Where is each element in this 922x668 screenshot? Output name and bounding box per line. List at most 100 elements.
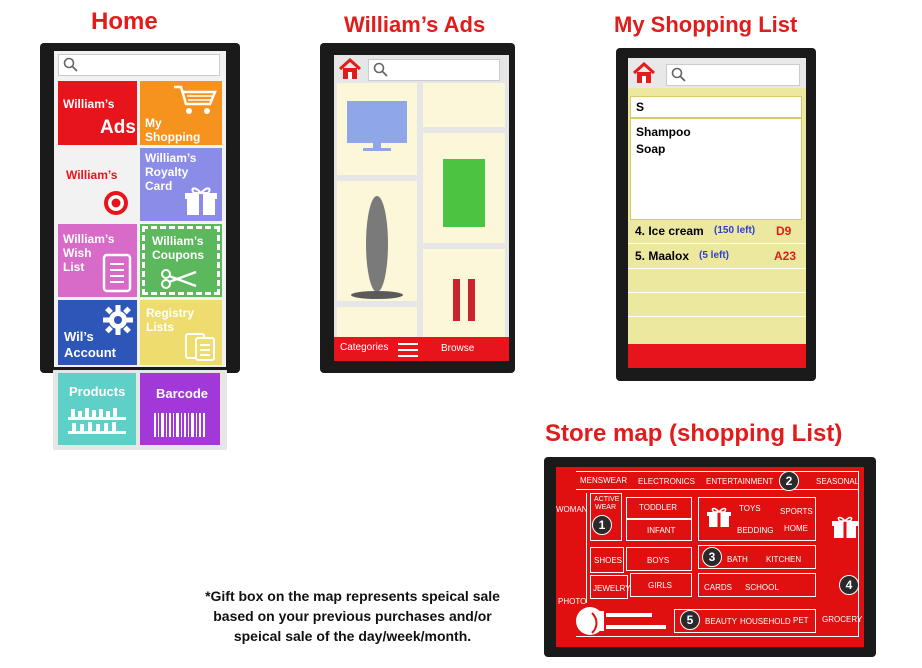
royalty-card-tile[interactable]: William’s Royalty Card bbox=[140, 148, 222, 221]
map-toddler: TODDLER bbox=[626, 497, 692, 519]
menu-icon[interactable] bbox=[398, 343, 418, 357]
map-jewelry: JEWELRY bbox=[590, 575, 631, 599]
ad-vase[interactable] bbox=[337, 181, 417, 301]
search-input[interactable] bbox=[666, 64, 800, 86]
registry-tile[interactable]: Registry Lists bbox=[140, 300, 222, 365]
footnote: *Gift box on the map represents speical … bbox=[160, 586, 545, 646]
barcode-tile[interactable]: Barcode bbox=[140, 373, 220, 445]
map-grocery: GROCERY bbox=[822, 615, 863, 624]
monitor-icon bbox=[347, 101, 407, 151]
documents-icon bbox=[185, 333, 215, 361]
map-infant: INFANT bbox=[626, 519, 692, 541]
home-icon[interactable] bbox=[338, 58, 362, 80]
tile-label: Wil’s bbox=[64, 329, 94, 344]
shopping-list-tile[interactable]: My Shopping List bbox=[140, 81, 222, 158]
red-bar-left bbox=[453, 279, 460, 321]
account-tile[interactable]: Wil’s Account bbox=[58, 300, 137, 365]
search-icon bbox=[63, 57, 78, 72]
categories-button[interactable]: Categories bbox=[340, 342, 388, 353]
item-name: 5. Maalox bbox=[635, 249, 690, 263]
item-aisle: A23 bbox=[774, 249, 797, 263]
tile-label: William’s bbox=[152, 234, 204, 248]
shelves-icon bbox=[68, 408, 126, 434]
map-label: TOYS bbox=[739, 504, 761, 513]
map-electronics: ELECTRONICS bbox=[638, 477, 695, 486]
search-input[interactable] bbox=[368, 59, 500, 81]
tile-label: William’s bbox=[66, 168, 118, 182]
map-label: KITCHEN bbox=[766, 555, 802, 564]
ad-green-box[interactable] bbox=[423, 133, 505, 243]
tile-label: Ads bbox=[100, 117, 136, 138]
browse-button[interactable]: Browse bbox=[441, 343, 474, 354]
item-stock: (5 left) bbox=[699, 250, 729, 261]
home-title: Home bbox=[91, 8, 158, 35]
map-boys: BOYS bbox=[626, 547, 692, 571]
map-title: Store map (shopping List) bbox=[545, 420, 843, 447]
tile-label: Barcode bbox=[156, 386, 209, 401]
vase-icon bbox=[351, 196, 403, 299]
map-toys-home: TOYS SPORTS BEDDING HOME bbox=[698, 497, 816, 541]
search-input[interactable] bbox=[58, 54, 220, 76]
list-row[interactable]: 5. Maalox (5 left) A23 bbox=[628, 245, 806, 267]
list-search-field[interactable]: S bbox=[630, 96, 802, 118]
tile-label: Royalty bbox=[145, 165, 189, 179]
map-label: BEDDING bbox=[737, 526, 774, 535]
suggestion-item[interactable]: Shampoo bbox=[636, 125, 691, 139]
store-map: MENSWEAR ELECTRONICS ENTERTAINMENT SEASO… bbox=[556, 467, 864, 647]
map-cards-school: CARDS SCHOOL bbox=[698, 573, 816, 597]
map-seasonal: SEASONAL bbox=[816, 477, 860, 486]
map-label: BEAUTY bbox=[705, 617, 738, 626]
coupons-tile[interactable]: William’s Coupons bbox=[140, 224, 222, 297]
tile-label: Products bbox=[69, 384, 126, 399]
list-icon bbox=[102, 253, 132, 293]
ad-bottom-left[interactable] bbox=[337, 307, 417, 337]
ad-empty-top[interactable] bbox=[423, 83, 505, 127]
ad-monitor[interactable] bbox=[337, 83, 417, 175]
tile-label: William’s bbox=[63, 232, 115, 246]
william-ads-tile[interactable]: William’s Ads bbox=[58, 81, 137, 145]
divider bbox=[628, 292, 806, 293]
map-label: ACTIVE bbox=[594, 496, 620, 503]
map-label: HOME bbox=[784, 524, 808, 533]
item-name: 4. Ice cream bbox=[635, 224, 704, 238]
home-icon[interactable] bbox=[632, 62, 656, 84]
map-label: SHOES bbox=[594, 556, 623, 565]
william-target-tile[interactable]: William’s bbox=[58, 148, 137, 221]
list-bottom-bar bbox=[628, 344, 806, 368]
tile-label: William’s bbox=[145, 151, 197, 165]
map-top-line bbox=[576, 489, 858, 490]
map-marker-3: 3 bbox=[702, 547, 722, 567]
products-tile[interactable]: Products bbox=[58, 373, 136, 445]
ad-bars[interactable] bbox=[423, 249, 505, 337]
map-left-wall bbox=[586, 493, 587, 603]
tile-label: My bbox=[145, 116, 162, 130]
tile-label: Lists bbox=[146, 320, 175, 334]
map-woman: WOMAN bbox=[556, 505, 588, 514]
map-menswear: MENSWEAR bbox=[580, 476, 628, 485]
gear-icon bbox=[103, 305, 133, 335]
ads-phone: Categories Browse bbox=[320, 43, 515, 373]
gift-icon bbox=[707, 507, 731, 527]
map-marker-4: 4 bbox=[839, 575, 859, 595]
map-label: WEAR bbox=[595, 504, 616, 511]
search-icon bbox=[671, 67, 686, 82]
suggestion-item[interactable]: Soap bbox=[636, 142, 665, 156]
red-bar-right bbox=[468, 279, 475, 321]
map-label: INFANT bbox=[647, 526, 676, 535]
tile-label: Coupons bbox=[152, 248, 204, 262]
map-label: HOUSEHOLD bbox=[740, 617, 791, 626]
tile-label: Card bbox=[145, 179, 173, 193]
cart-icon bbox=[174, 85, 217, 114]
item-stock: (150 left) bbox=[714, 225, 756, 236]
list-row[interactable]: 4. Ice cream (150 left) D9 bbox=[628, 220, 806, 242]
map-marker-1: 1 bbox=[592, 515, 612, 535]
map-marker-5: 5 bbox=[680, 610, 700, 630]
ads-bottom-bar: Categories Browse bbox=[334, 337, 509, 361]
footnote-line: speical sale of the day/week/month. bbox=[233, 628, 472, 644]
item-aisle: D9 bbox=[776, 224, 792, 238]
wish-list-tile[interactable]: William’s Wish List bbox=[58, 224, 137, 297]
green-product bbox=[443, 159, 485, 227]
map-phone: MENSWEAR ELECTRONICS ENTERTAINMENT SEASO… bbox=[544, 457, 876, 657]
list-phone: S Shampoo Soap 4. Ice cream (150 left) D… bbox=[616, 48, 816, 381]
tile-label: Account bbox=[64, 345, 116, 360]
